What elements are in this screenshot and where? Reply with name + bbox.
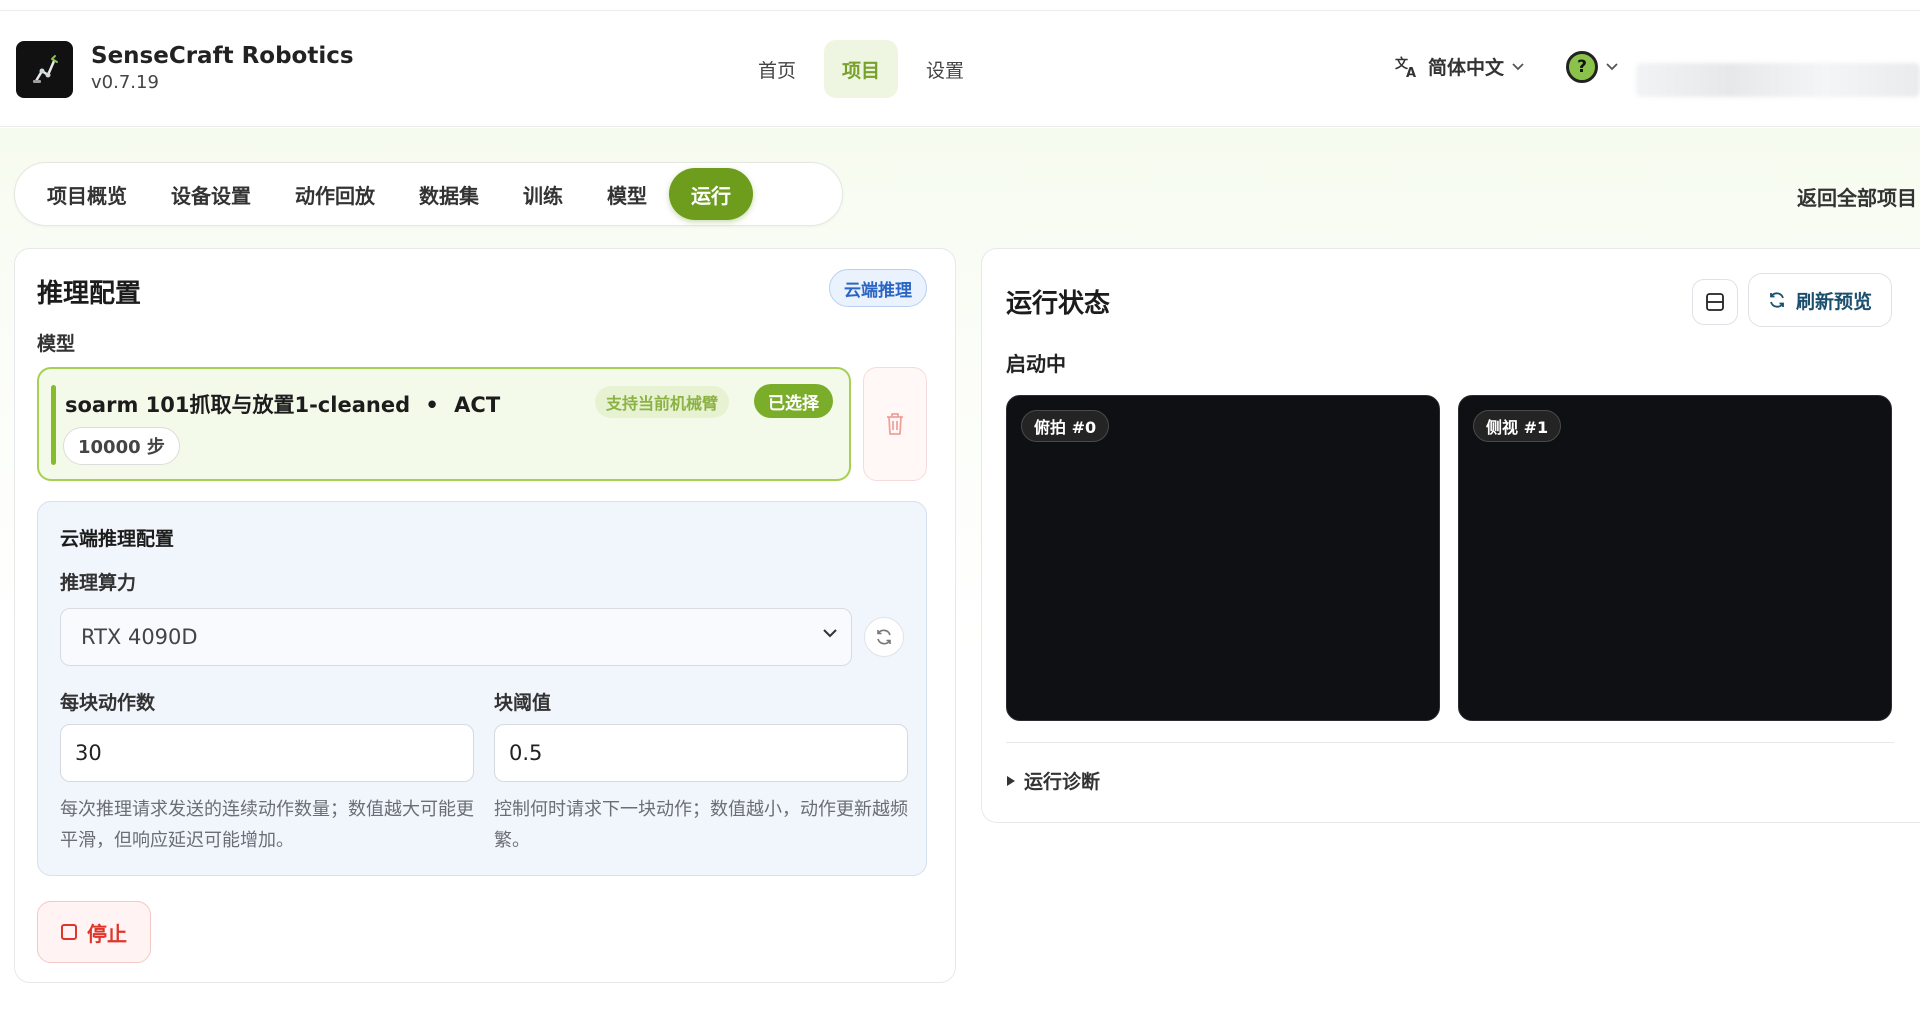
divider <box>1006 742 1894 743</box>
help-menu[interactable]: ? <box>1566 51 1618 83</box>
camera-preview-top[interactable]: 俯拍 #0 <box>1006 395 1440 721</box>
refresh-icon <box>1770 292 1784 308</box>
cloud-inference-panel: 云端推理配置 推理算力 RTX 4090D 每块动作数 块阈值 30 0.5 每… <box>37 501 927 876</box>
layout-toggle-button[interactable] <box>1692 279 1738 325</box>
question-icon: ? <box>1566 51 1598 83</box>
inference-config-title: 推理配置 <box>37 279 142 309</box>
app-logo[interactable] <box>16 41 73 98</box>
camera-label: 侧视 #1 <box>1473 410 1562 442</box>
model-label: 模型 <box>37 333 76 355</box>
chevron-down-icon <box>823 629 837 638</box>
nav-settings[interactable]: 设置 <box>908 40 982 98</box>
app-title: SenseCraft Robotics <box>91 43 354 69</box>
robot-arm-icon <box>32 54 58 83</box>
compute-select-value: RTX 4090D <box>81 625 198 649</box>
model-steps-badge: 10000 步 <box>63 427 180 465</box>
back-to-projects-link[interactable]: 返回全部项目 <box>1797 182 1917 211</box>
chunk-size-hint: 每次推理请求发送的连续动作数量；数值越大可能更平滑，但响应延迟可能增加。 <box>60 799 474 851</box>
stop-button-label: 停止 <box>87 921 127 946</box>
run-status-card: 运行状态 刷新预览 启动中 俯拍 #0 侧视 #1 运行诊断 <box>981 248 1920 823</box>
app-header: SenseCraft Robotics v0.7.19 首页 项目 设置 文 A… <box>0 11 1920 127</box>
top-nav: 首页 项目 设置 <box>740 40 982 98</box>
inference-config-card: 推理配置 云端推理 模型 soarm 101抓取与放置1-cleaned • A… <box>14 248 956 983</box>
page-body: 项目概览 设备设置 动作回放 数据集 训练 模型 运行 返回全部项目 推理配置 … <box>0 128 1920 1013</box>
model-name-text: soarm 101抓取与放置1-cleaned <box>65 393 411 417</box>
window-top-edge <box>0 0 1920 11</box>
nav-projects[interactable]: 项目 <box>824 40 899 98</box>
arm-support-badge: 支持当前机械臂 <box>595 386 730 418</box>
model-policy: ACT <box>454 393 501 417</box>
nav-home[interactable]: 首页 <box>740 40 814 98</box>
svg-text:A: A <box>1406 66 1416 79</box>
language-label: 简体中文 <box>1428 57 1505 79</box>
stop-icon <box>61 924 77 940</box>
chunk-size-input[interactable]: 30 <box>60 724 474 782</box>
selected-badge: 已选择 <box>754 384 833 418</box>
caret-right-icon <box>1007 775 1015 786</box>
stop-button[interactable]: 停止 <box>37 901 151 963</box>
trash-icon <box>887 413 903 435</box>
chevron-down-icon <box>1512 62 1524 70</box>
refresh-preview-label: 刷新预览 <box>1795 290 1872 313</box>
refresh-compute-button[interactable] <box>864 617 904 657</box>
model-name: soarm 101抓取与放置1-cleaned • ACT <box>65 389 500 419</box>
camera-label: 俯拍 #0 <box>1021 410 1110 442</box>
run-state: 启动中 <box>1006 352 1066 376</box>
run-status-title: 运行状态 <box>1006 289 1111 319</box>
chunk-size-label: 每块动作数 <box>60 692 156 714</box>
app-version: v0.7.19 <box>91 72 159 93</box>
chevron-down-icon <box>1606 63 1618 71</box>
tab-models[interactable]: 模型 <box>585 168 669 220</box>
cloud-config-title: 云端推理配置 <box>60 528 175 550</box>
chunk-threshold-hint: 控制何时请求下一块动作；数值越小，动作更新越频繁。 <box>494 799 908 851</box>
account-area-redacted[interactable] <box>1636 63 1920 97</box>
cloud-inference-badge: 云端推理 <box>829 269 927 307</box>
project-subnav: 项目概览 设备设置 动作回放 数据集 训练 模型 运行 <box>14 162 843 226</box>
language-selector[interactable]: 文 A 简体中文 <box>1394 53 1524 80</box>
tab-replay[interactable]: 动作回放 <box>273 168 397 220</box>
delete-model-button[interactable] <box>863 367 927 481</box>
diagnostics-label: 运行诊断 <box>1024 771 1101 793</box>
chunk-threshold-input[interactable]: 0.5 <box>494 724 908 782</box>
chunk-threshold-label: 块阈值 <box>494 692 552 714</box>
selected-model-card[interactable]: soarm 101抓取与放置1-cleaned • ACT 10000 步 支持… <box>37 367 851 481</box>
model-separator: • <box>425 393 439 417</box>
split-layout-icon <box>1706 293 1724 311</box>
tab-run[interactable]: 运行 <box>669 168 753 220</box>
tab-overview[interactable]: 项目概览 <box>25 168 149 220</box>
refresh-icon <box>877 629 891 645</box>
translate-icon: 文 A <box>1395 56 1416 79</box>
diagnostics-toggle[interactable]: 运行诊断 <box>1006 767 1100 794</box>
refresh-preview-button[interactable]: 刷新预览 <box>1748 273 1892 327</box>
tab-training[interactable]: 训练 <box>501 168 585 220</box>
compute-label: 推理算力 <box>60 572 137 594</box>
model-accent-bar <box>51 385 56 465</box>
compute-select[interactable]: RTX 4090D <box>60 608 852 666</box>
tab-device-settings[interactable]: 设备设置 <box>149 168 273 220</box>
camera-preview-side[interactable]: 侧视 #1 <box>1458 395 1892 721</box>
tab-dataset[interactable]: 数据集 <box>397 168 501 220</box>
